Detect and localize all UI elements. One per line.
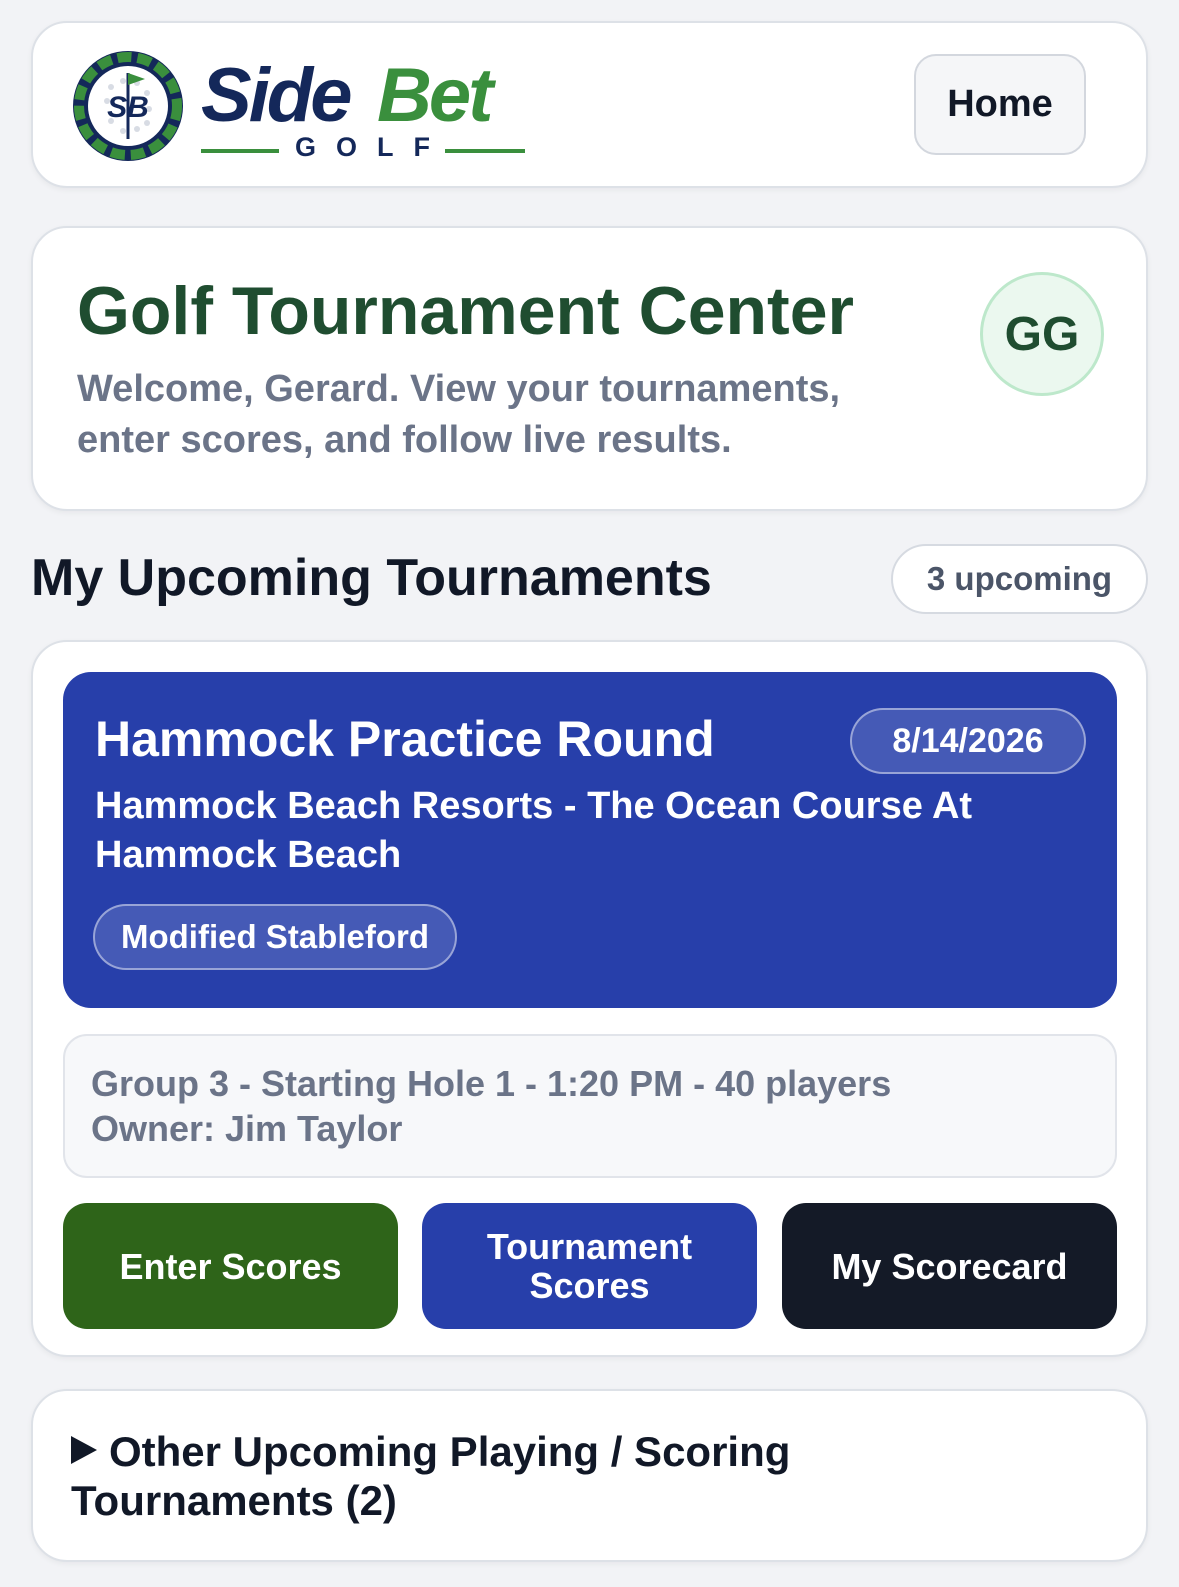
tournament-card: Hammock Practice Round 8/14/2026 Hammock… bbox=[31, 640, 1148, 1357]
scoring-format-badge: Modified Stableford bbox=[93, 904, 457, 970]
svg-text:SB: SB bbox=[107, 91, 149, 124]
sidebet-golf-logo[interactable]: SB Side Bet GOLF bbox=[71, 49, 535, 163]
header-bar: SB Side Bet GOLF Home bbox=[31, 21, 1148, 188]
wordmark-rule-left bbox=[201, 149, 279, 153]
triangle-right-icon bbox=[71, 1436, 97, 1464]
wordmark-golf: GOLF bbox=[295, 132, 450, 162]
wordmark: Side Bet GOLF bbox=[201, 53, 535, 162]
golf-ball-logo-icon: SB bbox=[73, 51, 183, 161]
my-scorecard-button[interactable]: My Scorecard bbox=[782, 1203, 1117, 1329]
tournament-date-badge: 8/14/2026 bbox=[850, 708, 1086, 774]
upcoming-count-badge: 3 upcoming bbox=[891, 544, 1148, 614]
page-title: Golf Tournament Center bbox=[77, 273, 854, 349]
welcome-card: Golf Tournament Center Welcome, Gerard. … bbox=[31, 226, 1148, 511]
wordmark-side: Side bbox=[201, 53, 352, 138]
tournament-scores-button[interactable]: Tournament Scores bbox=[422, 1203, 757, 1329]
upcoming-section-title: My Upcoming Tournaments bbox=[31, 549, 712, 607]
tournament-details: Group 3 - Starting Hole 1 - 1:20 PM - 40… bbox=[63, 1034, 1117, 1178]
wordmark-bet: Bet bbox=[377, 53, 493, 138]
welcome-message: Welcome, Gerard. View your tournaments, … bbox=[77, 368, 841, 461]
owner-info: Owner: Jim Taylor bbox=[91, 1108, 403, 1149]
tournament-banner: Hammock Practice Round 8/14/2026 Hammock… bbox=[63, 672, 1117, 1008]
group-info: Group 3 - Starting Hole 1 - 1:20 PM - 40… bbox=[91, 1063, 892, 1104]
home-button[interactable]: Home bbox=[914, 54, 1086, 155]
other-tournaments-disclosure[interactable]: Other Upcoming Playing / Scoring Tournam… bbox=[31, 1389, 1148, 1562]
other-tournaments-summary[interactable]: Other Upcoming Playing / Scoring Tournam… bbox=[71, 1427, 971, 1525]
tournament-name: Hammock Practice Round bbox=[95, 711, 715, 767]
wordmark-rule-right bbox=[445, 149, 525, 153]
tournament-course: Hammock Beach Resorts - The Ocean Course… bbox=[95, 785, 973, 876]
enter-scores-button[interactable]: Enter Scores bbox=[63, 1203, 398, 1329]
avatar[interactable]: GG bbox=[980, 272, 1104, 396]
other-tournaments-label: Other Upcoming Playing / Scoring Tournam… bbox=[71, 1428, 791, 1524]
